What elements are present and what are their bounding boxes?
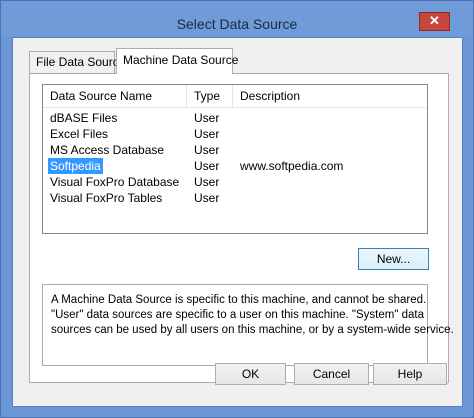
data-source-name: Visual FoxPro Database — [50, 175, 180, 189]
list-header: Data Source Name Type Description — [43, 85, 427, 108]
list-item[interactable]: Visual FoxPro Database User — [43, 174, 427, 190]
title-bar[interactable]: Select Data Source ✕ — [1, 1, 473, 37]
data-source-type: User — [194, 111, 220, 125]
list-item[interactable]: Excel Files User — [43, 126, 427, 142]
new-button[interactable]: New... — [358, 248, 429, 270]
data-source-type: User — [194, 143, 220, 157]
data-source-name: Visual FoxPro Tables — [50, 191, 163, 205]
dialog-client-area: File Data Source Machine Data Source Dat… — [12, 37, 463, 407]
data-source-name: dBASE Files — [50, 111, 118, 125]
data-source-type: User — [194, 191, 220, 205]
close-icon: ✕ — [429, 13, 440, 28]
info-line: sources can be used by all users on this… — [51, 324, 454, 336]
data-source-name: Excel Files — [50, 127, 109, 141]
list-item[interactable]: Softpedia User www.softpedia.com — [43, 158, 427, 174]
window-title: Select Data Source — [176, 16, 298, 32]
cancel-button[interactable]: Cancel — [294, 363, 369, 385]
column-header-name[interactable]: Data Source Name — [43, 85, 187, 107]
info-line: "User" data sources are specific to a us… — [51, 309, 424, 321]
help-button[interactable]: Help — [373, 363, 447, 385]
tab-machine-data-source[interactable]: Machine Data Source — [116, 48, 238, 74]
list-item[interactable]: dBASE Files User — [43, 110, 427, 126]
list-item[interactable]: Visual FoxPro Tables User — [43, 190, 427, 206]
tab-label: File Data Source — [36, 55, 126, 69]
data-source-type: User — [194, 127, 220, 141]
data-source-name: Softpedia — [48, 158, 103, 174]
data-source-description: www.softpedia.com — [240, 159, 344, 173]
machine-data-source-panel: Data Source Name Type Description dBASE … — [29, 73, 454, 383]
data-source-type: User — [194, 159, 220, 173]
column-header-type[interactable]: Type — [187, 85, 233, 107]
tab-label: Machine Data Source — [123, 53, 239, 67]
data-source-list[interactable]: Data Source Name Type Description dBASE … — [42, 84, 428, 234]
dialog-window: Select Data Source ✕ File Data Source Ma… — [0, 0, 474, 418]
ok-button[interactable]: OK — [215, 363, 286, 385]
info-text-box: A Machine Data Source is specific to thi… — [42, 284, 454, 366]
data-source-name: MS Access Database — [50, 143, 165, 157]
close-button[interactable]: ✕ — [419, 12, 450, 31]
tab-file-data-source[interactable]: File Data Source — [29, 51, 125, 73]
data-source-type: User — [194, 175, 220, 189]
info-line: A Machine Data Source is specific to thi… — [51, 294, 427, 306]
column-header-description[interactable]: Description — [233, 85, 427, 107]
list-item[interactable]: MS Access Database User — [43, 142, 427, 158]
